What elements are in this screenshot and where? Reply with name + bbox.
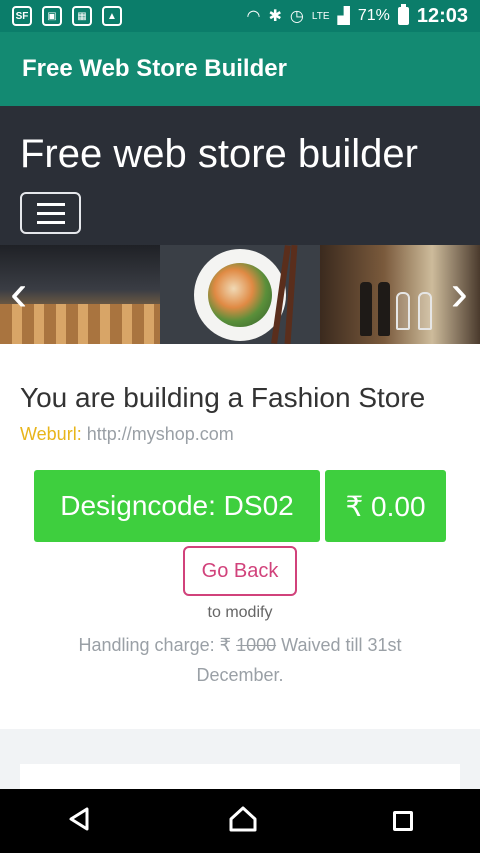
- modify-text: to modify: [207, 604, 273, 621]
- recents-icon: [392, 811, 413, 831]
- back-triangle-icon: [69, 807, 89, 830]
- signal-icon: ▟: [337, 8, 350, 25]
- weburl-label: Weburl:: [20, 424, 82, 444]
- glass-image: [396, 292, 410, 330]
- bottle-image: [378, 282, 390, 336]
- weburl-line: Weburl: http://myshop.com: [20, 424, 234, 445]
- carousel-next-icon[interactable]: ›: [451, 267, 468, 319]
- handling-charge-text: Handling charge: ₹ 1000 Waived till 31st…: [40, 630, 440, 690]
- recents-nav-button[interactable]: [392, 811, 413, 831]
- back-nav-button[interactable]: [67, 806, 93, 837]
- app-bar: Free Web Store Builder: [0, 32, 480, 106]
- alarm-icon: ◷: [289, 8, 304, 25]
- status-right: ◠ ✱ ◷ LTE ▟ 71% 12:03: [246, 4, 480, 28]
- carousel-prev-icon[interactable]: ‹: [10, 267, 27, 319]
- price-button[interactable]: ₹ 0.00: [325, 470, 446, 542]
- image-carousel[interactable]: ‹ ›: [0, 245, 480, 344]
- menu-icon-bar: [36, 211, 65, 215]
- network-label: LTE: [311, 10, 330, 22]
- menu-button[interactable]: [20, 192, 81, 234]
- go-back-button[interactable]: Go Back: [183, 546, 297, 596]
- handling-prefix: Handling charge: ₹: [78, 635, 232, 655]
- app-title: Free Web Store Builder: [22, 55, 287, 82]
- weburl-value: http://myshop.com: [86, 424, 234, 444]
- bottle-image: [360, 282, 372, 336]
- status-left: SF ▣ ▦ ▲: [0, 6, 122, 26]
- battery-icon: [397, 4, 409, 25]
- gallery-icon: ▦: [72, 6, 92, 26]
- sf-icon: SF: [12, 6, 32, 26]
- store-heading: You are building a Fashion Store: [20, 382, 426, 413]
- home-icon: [229, 806, 257, 831]
- hero-title: Free web store builder: [20, 132, 418, 176]
- hero-header: Free web store builder: [0, 106, 480, 245]
- clock: 12:03: [416, 4, 468, 27]
- store-summary-card: You are building a Fashion Store Weburl:…: [0, 344, 480, 729]
- home-nav-button[interactable]: [228, 805, 258, 838]
- glass-image: [418, 292, 432, 330]
- sim-icon: ▣: [42, 6, 62, 26]
- system-nav-bar: [0, 789, 480, 853]
- bluetooth-icon: ✱: [268, 8, 282, 25]
- battery-percent: 71%: [357, 7, 390, 24]
- design-code-button[interactable]: Designcode: DS02: [34, 470, 320, 542]
- menu-icon-bar: [36, 220, 65, 224]
- wifi-icon: ◠: [246, 8, 261, 25]
- handling-old-price: 1000: [236, 635, 277, 655]
- food-image: [208, 263, 272, 327]
- lower-section: [0, 729, 480, 794]
- image-icon: ▲: [102, 6, 122, 26]
- carousel-slide-food: [160, 245, 320, 344]
- status-bar: SF ▣ ▦ ▲ ◠ ✱ ◷ LTE ▟ 71% 12:03: [0, 0, 480, 32]
- menu-icon-bar: [36, 202, 65, 206]
